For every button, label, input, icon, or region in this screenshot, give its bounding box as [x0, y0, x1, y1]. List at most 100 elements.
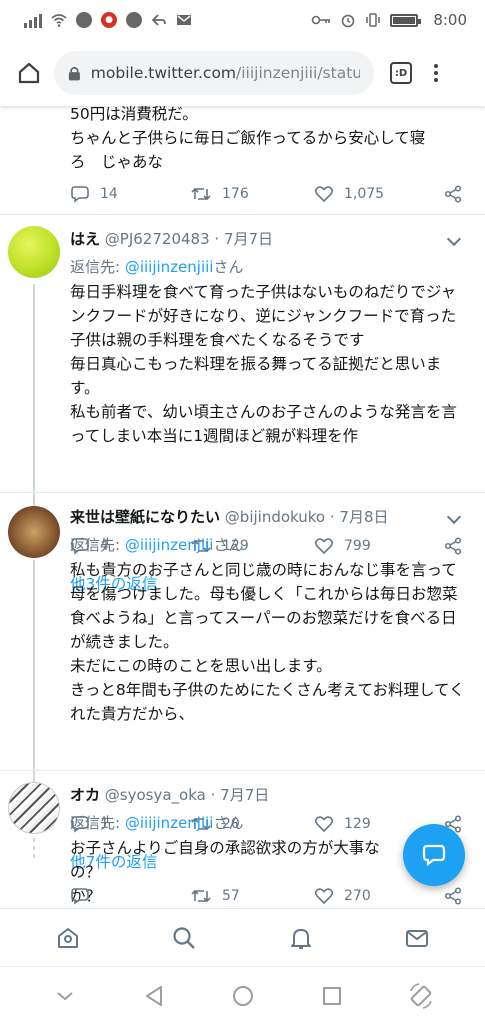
heart-icon: [314, 186, 334, 203]
nav-messages[interactable]: [387, 913, 447, 963]
display-name[interactable]: 来世は壁紙になりたい: [70, 508, 220, 526]
reply-arrow-icon: [151, 14, 166, 26]
avatar[interactable]: [8, 506, 60, 558]
reply-to: 返信先: @iiijinzenjiiiさん: [70, 258, 244, 276]
home-circle-icon: [232, 985, 253, 1006]
reply-icon: [71, 186, 89, 203]
data-saver-icon: [76, 12, 92, 28]
telegram-icon: [126, 12, 142, 28]
like-button[interactable]: 1,075: [314, 185, 442, 203]
retweet-button[interactable]: 176: [190, 185, 314, 203]
partial-line: ちゃんと子供らに毎日ご飯作ってるから安心して寝: [70, 129, 426, 147]
reply-to-link[interactable]: @iiijinzenjiii: [125, 258, 214, 276]
mail-icon: [405, 929, 428, 947]
handle[interactable]: @bijindokuko: [225, 508, 325, 526]
reply-icon: [71, 888, 89, 905]
nav-home[interactable]: [38, 913, 98, 963]
search-icon: [173, 926, 196, 949]
tweet-date[interactable]: · 7月8日: [330, 508, 389, 526]
share-button[interactable]: [444, 537, 462, 555]
tabs-button[interactable]: :D: [390, 62, 412, 84]
partial-line: 50円は消費税だ。: [70, 106, 198, 123]
reply-to-link[interactable]: @iiijinzenjiii: [125, 814, 214, 832]
tweet-header: はえ @PJ62720483 · 7月7日: [70, 228, 273, 249]
lock-icon: [68, 66, 80, 81]
reply-to: 返信先: @iiijinzenjiiiさん: [70, 814, 244, 832]
home-icon: [18, 62, 40, 84]
reply-button[interactable]: 14: [70, 185, 190, 203]
home-button[interactable]: [10, 54, 48, 92]
heart-icon: [314, 816, 334, 833]
heart-icon: [314, 888, 334, 905]
tweet-actions: 57 270: [70, 884, 462, 908]
back-button[interactable]: [129, 971, 179, 1021]
retweet-icon: [191, 889, 211, 903]
partial-tweet-text: ​ 50円は消費税だ。 ちゃんと子供らに毎日ご飯作ってるから安心して寝 ろ じゃ…: [70, 106, 470, 174]
url-bar[interactable]: mobile.twitter.com/iiijinzenjiii/status/…: [54, 51, 374, 95]
retweet-button[interactable]: 57: [190, 887, 314, 905]
rotate-icon: [409, 982, 432, 1009]
bell-icon: [290, 928, 311, 949]
tweet-date[interactable]: · 7月7日: [214, 230, 273, 248]
display-name[interactable]: はえ: [70, 230, 100, 248]
nav-notifications[interactable]: [271, 913, 331, 963]
tweet-header: 来世は壁紙になりたい @bijindokuko · 7月8日: [70, 506, 389, 527]
overflow-menu-button[interactable]: [434, 64, 438, 82]
reply-button[interactable]: [70, 887, 190, 905]
back-triangle-icon: [145, 985, 162, 1006]
reply-to-link[interactable]: @iiijinzenjiii: [125, 536, 214, 554]
key-icon: [312, 15, 331, 25]
chevron-down-icon: [56, 991, 73, 1000]
alarm-icon: [342, 14, 355, 28]
chevron-down-icon[interactable]: [446, 231, 462, 247]
status-time: 8:00: [433, 11, 467, 29]
divider: [0, 770, 485, 771]
tweet-text: 毎日手料理を食べて育った子供はないものねだりでジャンクフードが好きになり、逆にジ…: [70, 283, 457, 445]
url-text: mobile.twitter.com/iiijinzenjiii/status/…: [90, 64, 360, 82]
like-button[interactable]: 799: [314, 537, 442, 555]
browser-toolbar: mobile.twitter.com/iiijinzenjiii/status/…: [0, 40, 485, 106]
wifi-icon: [51, 14, 67, 27]
recents-square-icon: [322, 986, 341, 1005]
share-icon: [444, 887, 462, 905]
home-nav-button[interactable]: [218, 971, 268, 1021]
divider: [0, 492, 485, 493]
heart-icon: [314, 538, 334, 555]
gmail-icon: [177, 15, 191, 25]
battery-icon: [390, 13, 422, 27]
tweet-header: オカ @syosya_oka · 7月7日: [70, 784, 269, 805]
avatar[interactable]: [8, 782, 60, 834]
app-bottom-nav: [0, 908, 485, 966]
like-button[interactable]: 270: [314, 887, 442, 905]
reply-to: 返信先: @iiijinzenjiiiさん: [70, 536, 244, 554]
tweet-actions: 14 176 1,075: [70, 182, 462, 206]
partial-line: ろ じゃあな: [70, 153, 164, 171]
share-button[interactable]: [444, 185, 462, 203]
recents-button[interactable]: [307, 971, 357, 1021]
tweet-date[interactable]: · 7月7日: [211, 786, 270, 804]
handle[interactable]: @PJ62720483: [105, 230, 210, 248]
divider: [0, 214, 485, 215]
status-bar: ● 8:00: [0, 0, 485, 40]
notification-app-icon: ●: [101, 12, 117, 28]
retweet-icon: [191, 187, 211, 201]
share-icon: [444, 537, 462, 555]
avatar[interactable]: [8, 226, 60, 278]
hide-nav-button[interactable]: [40, 971, 90, 1021]
home-icon: [58, 927, 79, 948]
display-name[interactable]: オカ: [70, 786, 100, 804]
compose-button[interactable]: [403, 824, 465, 886]
handle[interactable]: @syosya_oka: [105, 786, 206, 804]
signal-icon: [24, 12, 42, 28]
nav-search[interactable]: [154, 913, 214, 963]
compose-reply-icon: [422, 844, 446, 867]
vibrate-icon: [366, 13, 381, 27]
thread-dots: [32, 838, 36, 862]
system-nav-bar: [0, 966, 485, 1024]
timeline: ​ 50円は消費税だ。 ちゃんと子供らに毎日ご飯作ってるから安心して寝 ろ じゃ…: [0, 106, 485, 908]
share-button[interactable]: [444, 887, 462, 905]
chevron-down-icon[interactable]: [446, 509, 462, 525]
tweet-text: 私も貴方のお子さんと同じ歳の時におんなじ事を言って母を傷つけました。母も優しく「…: [70, 561, 465, 723]
rotate-button[interactable]: [396, 971, 446, 1021]
share-icon: [444, 185, 462, 203]
